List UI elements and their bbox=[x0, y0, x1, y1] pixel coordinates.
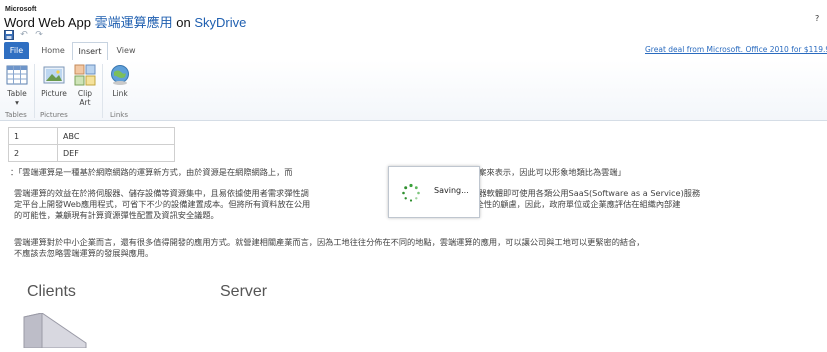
table-cell-number[interactable]: 2 bbox=[8, 144, 58, 162]
skydrive-link[interactable]: SkyDrive bbox=[194, 15, 246, 30]
group-divider bbox=[102, 64, 103, 118]
clip-art-label-line2: Art bbox=[79, 98, 91, 107]
tab-view[interactable]: View bbox=[112, 42, 140, 59]
diagram-label-clients: Clients bbox=[27, 283, 76, 300]
table-cell-number[interactable]: 1 bbox=[8, 127, 58, 145]
help-icon[interactable]: ? bbox=[815, 14, 819, 23]
table-label: Table bbox=[7, 89, 27, 98]
link-label: Link bbox=[112, 89, 128, 98]
table-cell-value[interactable]: DEF bbox=[57, 144, 175, 162]
group-label-pictures: Pictures bbox=[40, 111, 68, 119]
insert-table-button[interactable]: Table ▾ bbox=[3, 64, 31, 107]
paragraph-smb-line2[interactable]: 不應該去忽略雲端運算的發展與應用。 bbox=[14, 248, 824, 259]
spinner-icon bbox=[401, 183, 421, 203]
paragraph-text: 雲端運算的效益在於將伺服器、儲存設備等資源集中，且易依據使用者需求彈性調 bbox=[14, 188, 309, 198]
group-label-tables: Tables bbox=[5, 111, 27, 119]
table-cell-value[interactable]: ABC bbox=[57, 127, 175, 145]
quick-access-toolbar: ↶ ↷ bbox=[4, 28, 44, 42]
saving-text: Saving... bbox=[434, 186, 469, 195]
diagram-label-server: Server bbox=[220, 283, 268, 300]
redo-icon[interactable]: ↷ bbox=[34, 30, 44, 40]
chevron-down-icon: ▾ bbox=[15, 98, 19, 107]
picture-icon bbox=[43, 64, 65, 86]
document-title-link[interactable]: 雲端運算應用 bbox=[95, 15, 173, 30]
table-row[interactable]: 2 DEF bbox=[8, 144, 175, 162]
office-promo-link[interactable]: Great deal from Microsoft. Office 2010 f… bbox=[645, 45, 827, 54]
insert-picture-button[interactable]: Picture bbox=[39, 64, 69, 98]
picture-label: Picture bbox=[41, 89, 67, 98]
tab-insert[interactable]: Insert bbox=[72, 42, 108, 61]
save-icon[interactable] bbox=[4, 30, 14, 40]
paragraph-text: ：「雲端運算是一種基於網際網路的運算新方式，由於資源是在網際網路上，而 bbox=[10, 167, 293, 177]
document-table[interactable]: 1 ABC 2 DEF bbox=[8, 127, 175, 162]
tab-home[interactable]: Home bbox=[37, 42, 69, 59]
client-device-shape bbox=[22, 312, 92, 352]
clip-art-label-line1: Clip bbox=[77, 89, 93, 98]
undo-icon[interactable]: ↶ bbox=[19, 30, 29, 40]
globe-link-icon bbox=[109, 64, 131, 86]
paragraph-text: 定平台上開發Web應用程式，可省下不少的設備建置成本。但將所有資料放在公用 bbox=[14, 199, 311, 209]
clip-art-icon bbox=[74, 64, 96, 86]
paragraph-smb[interactable]: 雲端運算對於中小企業而言，還有很多值得開發的應用方式。就營建相關產業而言，因為工… bbox=[14, 237, 824, 248]
group-label-links: Links bbox=[110, 111, 128, 119]
table-icon bbox=[6, 64, 28, 86]
insert-clip-art-button[interactable]: Clip Art bbox=[72, 64, 98, 107]
group-divider bbox=[34, 64, 35, 118]
saving-dialog: Saving... bbox=[388, 166, 480, 218]
table-row[interactable]: 1 ABC bbox=[8, 127, 175, 145]
on-label: on bbox=[176, 15, 191, 30]
tab-file[interactable]: File bbox=[4, 42, 29, 59]
insert-link-button[interactable]: Link bbox=[106, 64, 134, 98]
